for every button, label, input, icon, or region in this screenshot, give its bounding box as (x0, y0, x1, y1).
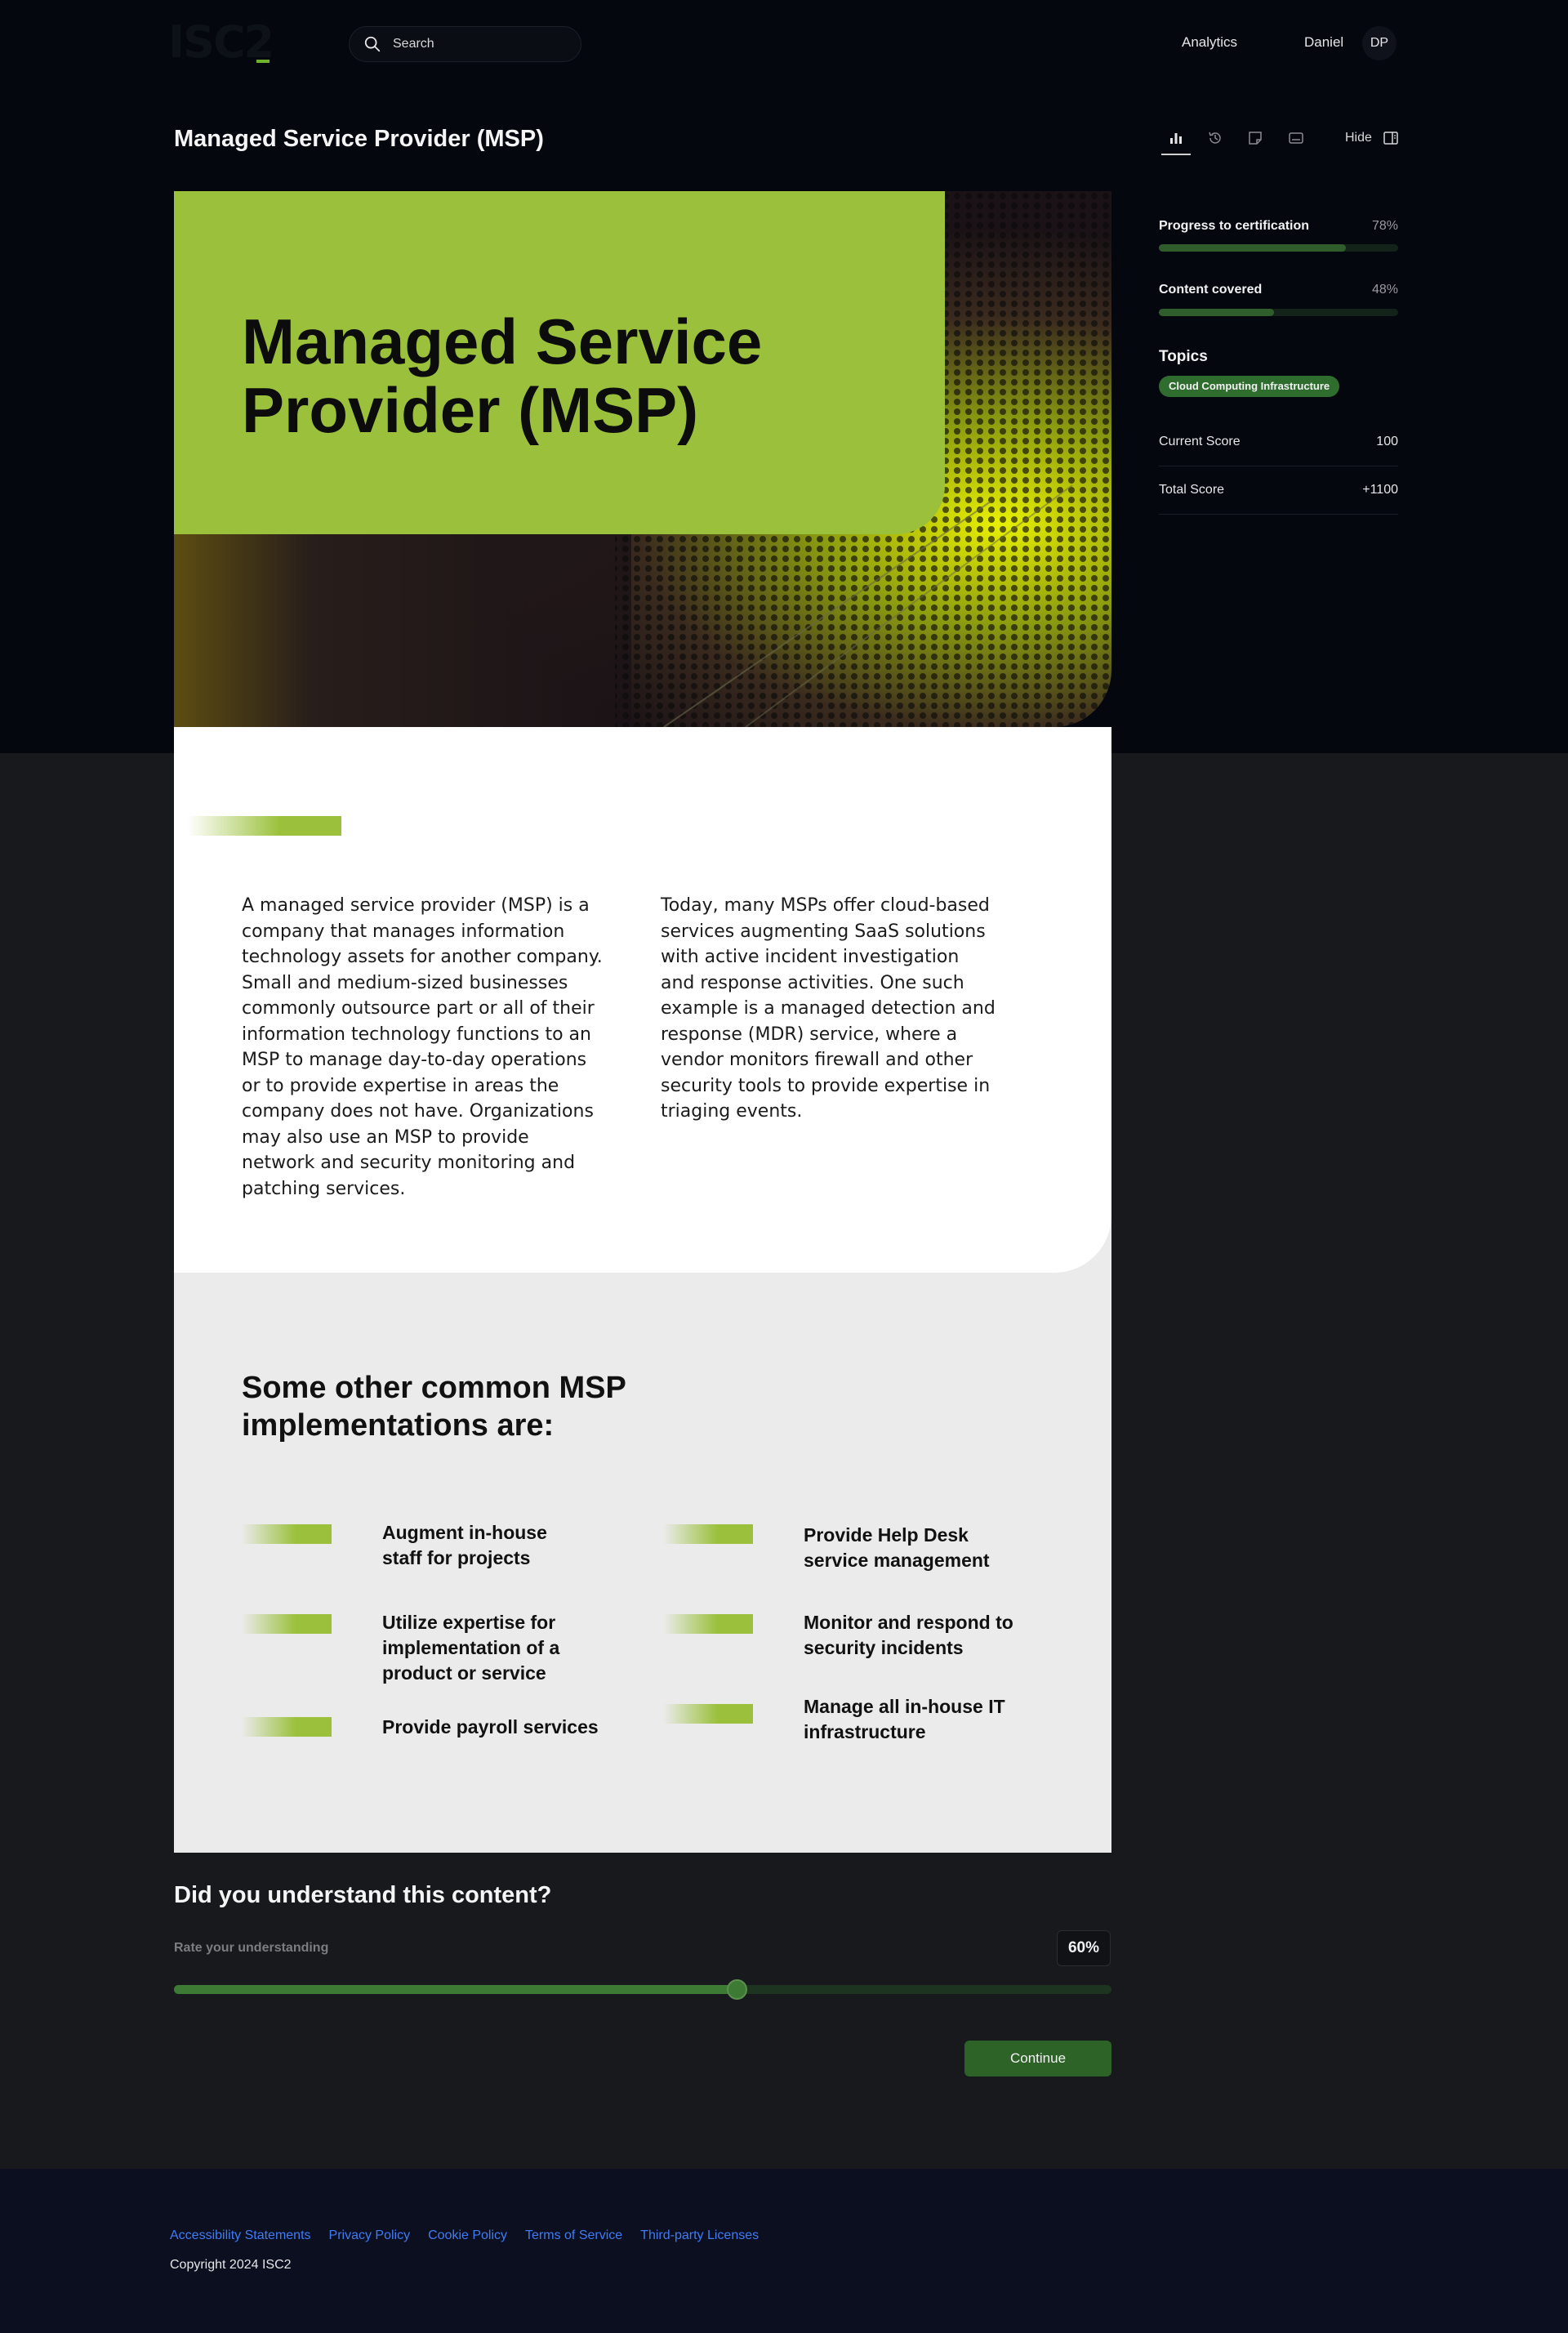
hero-banner: Managed Service Provider (MSP) (174, 191, 1111, 727)
footer-links: Accessibility Statements Privacy Policy … (170, 2228, 759, 2243)
progress-label: Progress to certification (1159, 219, 1310, 233)
implementation-item: Monitor and respond to security incident… (804, 1612, 1013, 1658)
bullet-accent (242, 1717, 332, 1737)
total-score-value: +1100 (1362, 483, 1398, 497)
total-score-row: Total Score +1100 (1159, 467, 1398, 515)
logo-accent (256, 60, 270, 63)
implementation-item: Manage all in-house IT infrastructure (804, 1696, 1005, 1742)
active-tab-indicator (1161, 154, 1191, 155)
progress-bar-fill (1159, 244, 1346, 252)
progress-percent: 78% (1371, 219, 1398, 233)
notes-icon[interactable] (1246, 129, 1264, 147)
progress-bar (1159, 244, 1398, 252)
rate-label: Rate your understanding (174, 1941, 329, 1955)
current-score-label: Current Score (1159, 435, 1241, 448)
implementation-item: Augment in-house staff for projects (382, 1522, 547, 1568)
slider-handle[interactable] (726, 1979, 747, 2000)
accent-bar (188, 816, 341, 836)
transcript-icon[interactable] (1287, 129, 1305, 147)
topics-heading: Topics (1159, 348, 1208, 365)
content-covered-bar (1159, 309, 1398, 316)
implementation-item: Provide Help Desk service management (804, 1524, 990, 1571)
user-name[interactable]: Daniel (1304, 34, 1343, 51)
intro-paragraph-right: Today, many MSPs offer cloud-based servi… (661, 895, 996, 1122)
bullet-accent (663, 1524, 753, 1544)
hero-title: Managed Service Provider (MSP) (242, 306, 763, 446)
copyright: Copyright 2024 ISC2 (170, 2258, 292, 2272)
avatar[interactable]: DP (1362, 26, 1396, 60)
implementation-item: Provide payroll services (382, 1716, 599, 1737)
footer-link-licenses[interactable]: Third-party Licenses (640, 2228, 759, 2243)
nav-analytics-link[interactable]: Analytics (1182, 34, 1237, 51)
footer-link-cookie[interactable]: Cookie Policy (428, 2228, 507, 2243)
content-covered-label: Content covered (1159, 283, 1263, 297)
understanding-question: Did you understand this content? (174, 1882, 552, 1908)
footer-link-privacy[interactable]: Privacy Policy (329, 2228, 411, 2243)
current-score-row: Current Score 100 (1159, 419, 1398, 466)
footer-link-accessibility[interactable]: Accessibility Statements (170, 2228, 311, 2243)
content-covered-percent: 48% (1371, 283, 1398, 297)
implementation-item: Utilize expertise for implementation of … (382, 1612, 560, 1684)
footer-background (0, 2169, 1568, 2333)
topic-chip[interactable]: Cloud Computing Infrastructure (1159, 376, 1340, 397)
understanding-slider[interactable] (174, 1979, 1111, 2000)
total-score-label: Total Score (1159, 483, 1225, 497)
search-placeholder: Search (393, 37, 434, 51)
bullet-accent (242, 1614, 332, 1634)
bullet-accent (242, 1524, 332, 1544)
slider-fill (174, 1985, 737, 1994)
content-covered-bar-fill (1159, 309, 1274, 316)
implementations-heading: Some other common MSP implementations ar… (242, 1371, 626, 1443)
hide-panel-button[interactable]: Hide (1345, 131, 1372, 145)
sidebar-toggle-icon[interactable] (1383, 130, 1399, 146)
current-score-value: 100 (1376, 435, 1398, 448)
history-icon[interactable] (1206, 129, 1224, 147)
isc2-logo[interactable]: ISC2 (168, 20, 274, 65)
intro-paragraph-left: A managed service provider (MSP) is a co… (242, 895, 603, 1199)
continue-button[interactable]: Continue (964, 2041, 1111, 2077)
footer-link-terms[interactable]: Terms of Service (525, 2228, 622, 2243)
rating-value: 60% (1057, 1930, 1111, 1966)
search-icon (364, 36, 381, 52)
search-input[interactable]: Search (349, 26, 581, 62)
bullet-accent (663, 1704, 753, 1724)
page-title: Managed Service Provider (MSP) (174, 126, 544, 152)
bullet-accent (663, 1614, 753, 1634)
analytics-tab-icon[interactable] (1167, 129, 1185, 147)
